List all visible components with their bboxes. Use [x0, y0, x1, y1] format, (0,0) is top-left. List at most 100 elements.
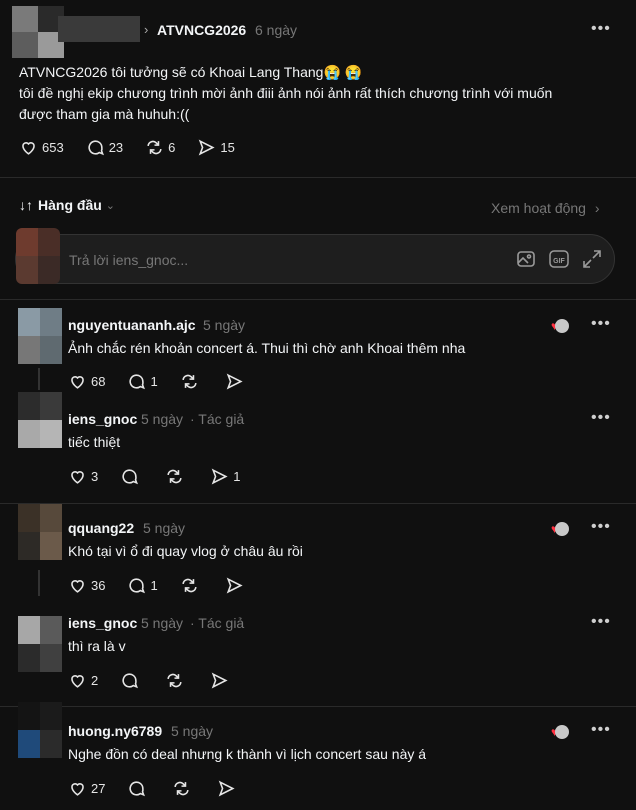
post-body: ATVNCG2026 tôi tưởng sẽ có Khoai Lang Th… [19, 62, 619, 125]
author-tag: · Tác giả [190, 615, 245, 631]
post-author-avatar[interactable] [12, 6, 64, 58]
more-options-icon[interactable]: ••• [591, 721, 611, 739]
comment-count: 1 [150, 578, 158, 593]
thread-line [38, 570, 40, 596]
like-count: 3 [91, 469, 99, 484]
divider [0, 706, 636, 707]
comment-text: Khó tại vì ổ đi quay vlog ở châu âu rồi [68, 543, 303, 559]
more-options-icon[interactable]: ••• [591, 20, 611, 38]
sort-dropdown[interactable]: ↓↑ Hàng đầu ⌄ [19, 197, 115, 213]
liked-by-author-badge: ♥ [551, 317, 570, 335]
post-actions: 653 23 6 15 [19, 138, 257, 157]
current-user-avatar [16, 228, 60, 284]
comment-button[interactable] [127, 779, 150, 798]
svg-text:GIF: GIF [553, 258, 565, 265]
like-button[interactable]: 3 [68, 467, 98, 486]
comment-avatar[interactable] [18, 702, 62, 758]
comment-actions: 27 [68, 779, 262, 798]
repost-button[interactable]: 6 [145, 138, 175, 157]
comment-avatar[interactable] [18, 392, 62, 448]
comment-avatar[interactable] [18, 616, 62, 672]
comment-button[interactable]: 1 [127, 372, 158, 391]
comment-author[interactable]: qquang22 [68, 520, 134, 536]
blurred-username [58, 16, 140, 42]
comment-button[interactable] [120, 467, 143, 486]
like-button[interactable]: 68 [68, 372, 105, 391]
gif-icon[interactable]: GIF [548, 249, 570, 269]
comment-button[interactable] [120, 671, 143, 690]
send-icon [211, 468, 228, 485]
expand-icon[interactable] [582, 249, 602, 269]
comment-button[interactable]: 1 [127, 576, 158, 595]
comment-icon [122, 469, 139, 485]
share-button[interactable] [210, 671, 233, 690]
comment-icon [122, 673, 139, 689]
comment-avatar[interactable] [18, 308, 62, 364]
comment-author[interactable]: iens_gnoc [68, 411, 137, 427]
share-button[interactable]: 1 [210, 467, 240, 486]
comment-time: 5 ngày [143, 520, 186, 536]
comment-avatar[interactable] [18, 504, 62, 560]
heart-icon [71, 471, 84, 484]
heart-icon [71, 580, 84, 593]
comment-icon [129, 578, 146, 594]
repost-icon [182, 578, 197, 593]
comment-actions: 2 [68, 671, 255, 690]
comment-text: thì ra là v [68, 638, 126, 654]
like-count: 36 [91, 578, 106, 593]
comment-time: 5 ngày [141, 411, 184, 427]
like-count: 68 [91, 374, 106, 389]
comment-actions: 68 1 [68, 372, 270, 391]
comment-icon [129, 781, 146, 797]
comment-button[interactable]: 23 [86, 138, 123, 157]
repost-button[interactable] [180, 372, 203, 391]
divider [0, 177, 636, 178]
comment-author[interactable]: iens_gnoc [68, 615, 137, 631]
post-line: tôi đề nghị ekip chương trình mời ảnh đi… [19, 85, 553, 101]
share-button[interactable] [225, 576, 248, 595]
repost-button[interactable] [165, 467, 188, 486]
thread-line [38, 368, 40, 390]
like-button[interactable]: 2 [68, 671, 98, 690]
comment-author[interactable]: nguyentuananh.ajc [68, 317, 196, 333]
repost-icon [167, 673, 182, 688]
like-count: 27 [91, 781, 106, 796]
more-options-icon[interactable]: ••• [591, 613, 611, 631]
reply-input[interactable] [67, 248, 491, 272]
view-activity-link[interactable]: Xem hoạt động › [491, 200, 600, 216]
image-icon[interactable] [516, 249, 536, 269]
comment-author[interactable]: huong.ny6789 [68, 723, 162, 739]
send-icon [226, 577, 243, 594]
chevron-down-icon: ⌄ [105, 199, 115, 212]
heart-icon [71, 783, 84, 796]
post-time: 6 ngày [255, 22, 298, 38]
share-button[interactable]: 15 [197, 138, 235, 157]
comment-actions: 3 1 [68, 467, 262, 486]
chevron-right-icon: › [594, 200, 600, 216]
divider [0, 503, 636, 504]
chevron-right-icon: › [144, 22, 149, 37]
heart-icon [71, 376, 84, 389]
repost-button[interactable] [180, 576, 203, 595]
comment-count: 23 [108, 140, 124, 155]
comment-count: 1 [150, 374, 158, 389]
more-options-icon[interactable]: ••• [591, 315, 611, 333]
post-author-name[interactable]: ATVNCG2026 [157, 22, 246, 38]
like-count: 653 [42, 140, 64, 155]
repost-icon [182, 374, 197, 389]
liked-by-author-badge: ♥ [551, 723, 570, 741]
repost-button[interactable] [165, 671, 188, 690]
like-button[interactable]: 653 [19, 138, 64, 157]
repost-button[interactable] [172, 779, 195, 798]
heart-icon [22, 142, 35, 155]
repost-icon [167, 469, 182, 484]
comment-text: Nghe đồn có deal nhưng k thành vì lịch c… [68, 746, 427, 762]
share-button[interactable] [225, 372, 248, 391]
comment-actions: 36 1 [68, 576, 270, 595]
like-button[interactable]: 36 [68, 576, 105, 595]
more-options-icon[interactable]: ••• [591, 409, 611, 427]
send-icon [219, 780, 236, 797]
more-options-icon[interactable]: ••• [591, 518, 611, 536]
share-button[interactable] [217, 779, 240, 798]
like-button[interactable]: 27 [68, 779, 105, 798]
